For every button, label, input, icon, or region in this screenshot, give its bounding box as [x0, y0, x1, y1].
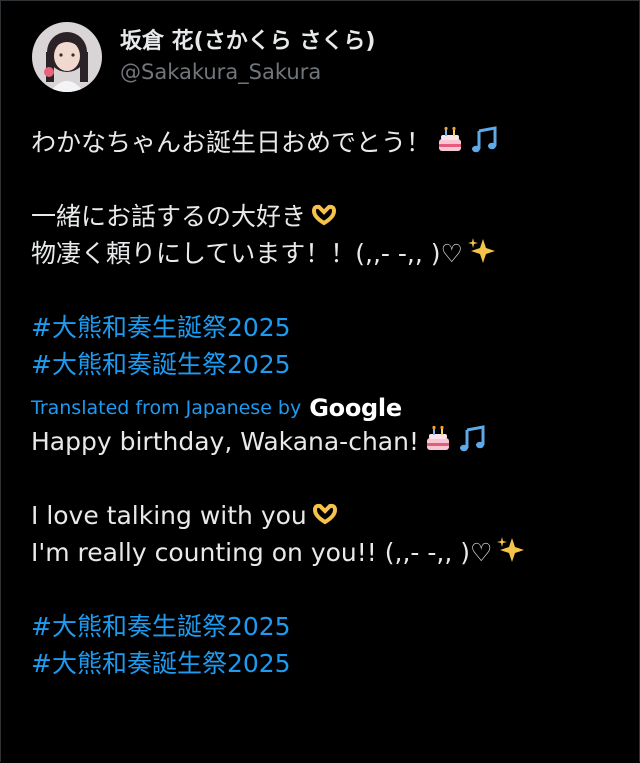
musical-notes-icon — [457, 424, 487, 454]
post-header: 坂倉 花(さかくら さくら) @Sakakura_Sakura — [32, 22, 375, 92]
hashtag-link[interactable]: #大熊和奏誕生祭2025 — [31, 346, 621, 383]
translated-text-2: I love talking with you — [31, 501, 307, 530]
translated-text-3: I'm really counting on you!! (,,- -,, )♡ — [31, 538, 493, 567]
translated-line-3: I'm really counting on you!! (,,- -,, )♡ — [31, 534, 621, 571]
display-name[interactable]: 坂倉 花(さかくら さくら) — [120, 28, 375, 56]
author-names: 坂倉 花(さかくら さくら) @Sakakura_Sakura — [120, 28, 375, 86]
post-line-1: わかなちゃんお誕生日おめでとう！ — [31, 124, 621, 161]
translated-line-2: I love talking with you — [31, 497, 621, 534]
post-line-2: 一緒にお話するの大好き — [31, 198, 621, 235]
birthday-cake-icon — [423, 424, 453, 454]
post-line-3: 物凄く頼りにしています！！(,,- -,, )♡ — [31, 235, 621, 272]
birthday-cake-icon — [435, 125, 465, 155]
user-handle[interactable]: @Sakakura_Sakura — [120, 58, 375, 86]
hashtag-link[interactable]: #大熊和奏誕生祭2025 — [31, 645, 621, 682]
translation-label: Translated from Japanese by — [31, 397, 302, 419]
post-text-1: わかなちゃんお誕生日おめでとう！ — [31, 128, 432, 157]
sparkles-icon — [496, 535, 526, 565]
google-logo: Google — [309, 394, 402, 422]
post-text-2: 一緒にお話するの大好き — [31, 202, 307, 231]
sparkles-icon — [467, 236, 497, 266]
musical-notes-icon — [469, 125, 499, 155]
heart-hands-icon — [311, 500, 339, 528]
post-text-3: 物凄く頼りにしています！！(,,- -,, )♡ — [31, 239, 463, 268]
translation-attribution[interactable]: Translated from Japanese by Google — [31, 393, 621, 423]
post-body: わかなちゃんお誕生日おめでとう！ 一緒にお話するの大好き 物凄く頼りにしています… — [31, 124, 621, 682]
hashtag-link[interactable]: #大熊和奏生誕祭2025 — [31, 309, 621, 346]
translated-text-1: Happy birthday, Wakana-chan! — [31, 427, 419, 456]
hashtag-link[interactable]: #大熊和奏生誕祭2025 — [31, 608, 621, 645]
heart-hands-icon — [310, 201, 338, 229]
translated-line-1: Happy birthday, Wakana-chan! — [31, 423, 621, 460]
avatar[interactable] — [32, 22, 102, 92]
